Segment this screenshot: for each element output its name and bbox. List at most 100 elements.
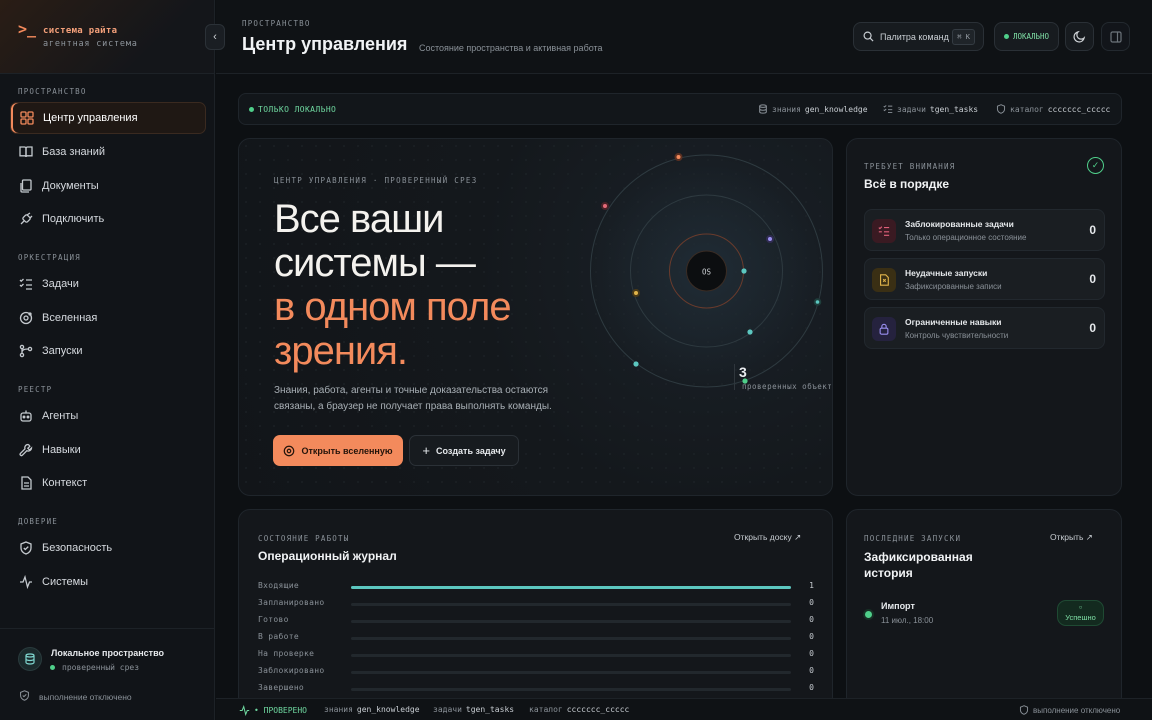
verified-count: 3 (739, 364, 747, 380)
knowledge-value: gen_knowledge (804, 104, 868, 114)
runs-eyebrow: ПОСЛЕДНИЕ ЗАПУСКИ (864, 534, 962, 543)
sidebar-item-tasks[interactable]: Задачи (10, 268, 206, 300)
journal-row-bar (351, 688, 791, 691)
recent-runs-card: ПОСЛЕДНИЕ ЗАПУСКИ Зафиксированная истори… (846, 509, 1122, 709)
plus-icon: + (422, 443, 430, 458)
hero-line-4: зрения. (274, 329, 408, 373)
open-board-link[interactable]: Открыть доску ↗ (734, 532, 801, 543)
systems-orbit-visual: OS (588, 153, 825, 389)
verified-label: • ПРОВЕРЕНО (254, 706, 307, 715)
open-board-label: Открыть доску (734, 532, 792, 542)
orbit-node[interactable] (741, 268, 747, 274)
orbit-node[interactable] (632, 289, 640, 297)
section-label-space: ПРОСТРАНСТВО (18, 87, 87, 96)
open-runs-link[interactable]: Открыть ↗ (1050, 532, 1093, 543)
brand[interactable]: >_ система райта агентная система (0, 0, 214, 74)
sidebar-item-security[interactable]: Безопасность (10, 532, 206, 564)
moon-icon (1073, 30, 1086, 43)
journal-row-label: Заблокировано (258, 666, 325, 675)
verified-indicator: • ПРОВЕРЕНО (239, 705, 307, 716)
open-universe-label: Открыть вселенную (301, 445, 393, 456)
run-status-label: Успешно (1065, 613, 1096, 622)
journal-row[interactable]: Заблокировано 0 (258, 666, 814, 678)
local-only-label: ТОЛЬКО ЛОКАЛЬНО (258, 105, 337, 114)
command-palette-button[interactable]: Палитра команд ⌘ K (853, 22, 984, 51)
wrench-icon (18, 442, 34, 458)
journal-row[interactable]: Готово 0 (258, 615, 814, 627)
journal-row-value: 0 (809, 683, 814, 692)
sidebar-item-label: Запуски (42, 345, 83, 357)
arrow-up-right-icon: ↗ (794, 532, 802, 542)
runs-icon (18, 343, 34, 359)
journal-title: Операционный журнал (258, 549, 397, 563)
journal-row-bar-fill (351, 586, 791, 589)
journal-row[interactable]: В работе 0 (258, 632, 814, 644)
status-dot (50, 665, 55, 670)
book-icon (18, 144, 34, 160)
sidebar-item-universe[interactable]: Вселенная (10, 302, 206, 334)
database-icon[interactable] (18, 647, 42, 671)
workspace-title[interactable]: Локальное пространство (51, 648, 164, 658)
attention-item-title: Неудачные запуски (905, 268, 988, 278)
footer-execution-label: выполнение отключено (1033, 705, 1121, 715)
sidebar-item-knowledge[interactable]: База знаний (10, 136, 206, 168)
sidebar-item-control-center[interactable]: Центр управления (10, 102, 206, 134)
sidebar-item-runs[interactable]: Запуски (10, 335, 206, 367)
page-subtitle: Состояние пространства и активная работа (419, 43, 603, 53)
orbit-node[interactable] (766, 235, 774, 243)
journal-row[interactable]: Запланировано 0 (258, 598, 814, 610)
theme-toggle-button[interactable] (1065, 22, 1094, 51)
catalog-label: каталог (1010, 104, 1044, 114)
section-label-trust: ДОВЕРИЕ (18, 517, 59, 526)
toggle-panel-button[interactable] (1101, 22, 1130, 51)
journal-row-value: 0 (809, 649, 814, 658)
hero-paragraph: Знания, работа, агенты и точные доказате… (274, 385, 552, 412)
journal-row[interactable]: Завершено 0 (258, 683, 814, 695)
attention-item-failed-runs[interactable]: Неудачные запуски Зафиксированные записи… (864, 258, 1105, 300)
sidebar-item-skills[interactable]: Навыки (10, 434, 206, 466)
journal-row[interactable]: На проверке 0 (258, 649, 814, 661)
page-title: Центр управления (242, 34, 408, 54)
sidebar-item-context[interactable]: Контекст (10, 467, 206, 499)
attention-item-blocked-tasks[interactable]: Заблокированные задачи Только операционн… (864, 209, 1105, 251)
sidebar-item-documents[interactable]: Документы (10, 170, 206, 202)
section-label-registry: РЕЕСТР (18, 385, 53, 394)
hero-line-2: системы — (274, 241, 476, 285)
open-universe-button[interactable]: Открыть вселенную (273, 435, 403, 466)
sidebar-item-connect[interactable]: Подключить (10, 203, 206, 235)
sidebar-footer (0, 628, 214, 720)
pulse-icon (18, 574, 34, 590)
local-badge[interactable]: ЛОКАЛЬНО (994, 22, 1059, 51)
execution-label: выполнение отключено (39, 691, 132, 702)
attention-item-subtitle: Зафиксированные записи (905, 282, 1002, 291)
footer-knowledge: знания gen_knowledge (324, 705, 420, 714)
journal-eyebrow: СОСТОЯНИЕ РАБОТЫ (258, 534, 350, 543)
collapse-sidebar-button[interactable]: ‹ (205, 24, 225, 50)
journal-row-label: Завершено (258, 683, 305, 692)
attention-item-restricted-skills[interactable]: Ограниченные навыки Контроль чувствитель… (864, 307, 1105, 349)
footer-catalog-value: ccccccc_ccccc (566, 705, 630, 714)
page-header: ПРОСТРАНСТВО Центр управления Состояние … (216, 0, 1152, 74)
journal-row-label: Запланировано (258, 598, 325, 607)
sidebar-item-label: Задачи (42, 278, 79, 290)
blocked-tasks-icon (872, 219, 896, 243)
attention-item-count: 0 (1089, 223, 1096, 237)
local-info-strip: ТОЛЬКО ЛОКАЛЬНО знания gen_knowledge зада… (238, 93, 1122, 125)
orbit-node[interactable] (747, 329, 753, 335)
sidebar-item-agents[interactable]: Агенты (10, 400, 206, 432)
sidebar-item-label: Безопасность (42, 542, 113, 554)
database-icon (758, 104, 768, 114)
orbit-node[interactable] (813, 298, 822, 306)
orbit-node[interactable] (633, 361, 639, 367)
orbit-node[interactable] (674, 153, 683, 161)
tasks-icon (883, 104, 893, 114)
catalog-meta: каталог ccccccc_ccccc (996, 104, 1110, 114)
orbit-node[interactable] (601, 202, 609, 210)
sidebar-item-systems[interactable]: Системы (10, 566, 206, 598)
run-title[interactable]: Импорт (881, 601, 915, 611)
create-task-button[interactable]: + Создать задачу (409, 435, 519, 466)
journal-row[interactable]: Входящие 1 (258, 581, 814, 593)
plug-icon (18, 211, 34, 227)
pulse-icon (239, 705, 250, 716)
attention-eyebrow: ТРЕБУЕТ ВНИМАНИЯ (864, 162, 956, 171)
